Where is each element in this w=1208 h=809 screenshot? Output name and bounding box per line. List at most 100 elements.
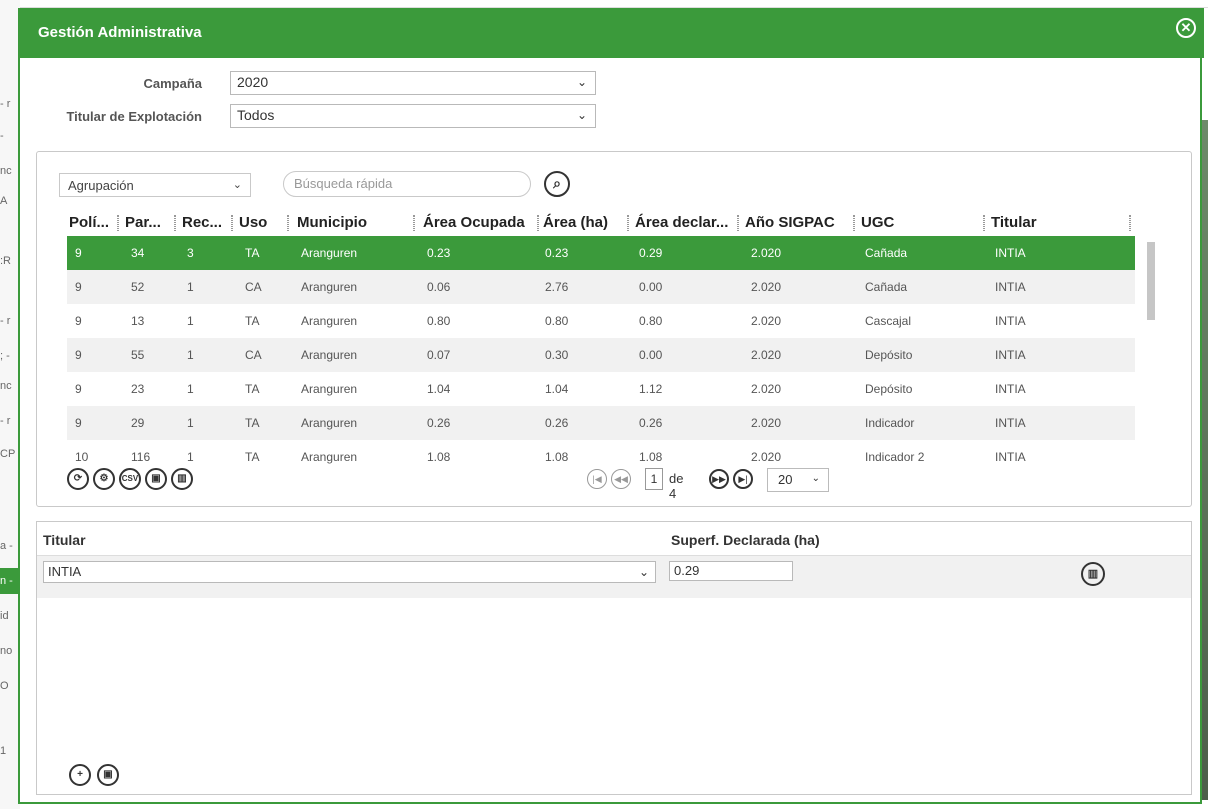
- cell-ugc: Depósito: [865, 382, 913, 396]
- page-number-input[interactable]: 1: [645, 468, 663, 490]
- area-column-header: Superf. Declarada (ha): [671, 532, 820, 548]
- column-header[interactable]: Área declar...: [635, 210, 735, 236]
- chevron-down-icon: ⌄: [638, 565, 649, 579]
- column-header[interactable]: Polí...: [69, 210, 115, 236]
- column-separator[interactable]: [627, 215, 629, 231]
- save-icon[interactable]: ▣: [145, 468, 167, 490]
- background-item: CP: [0, 448, 16, 460]
- column-separator[interactable]: [537, 215, 539, 231]
- column-header[interactable]: Par...: [125, 210, 171, 236]
- background-item: - r: [0, 98, 11, 110]
- cell-area-ocupada: 0.80: [427, 314, 451, 328]
- cell-area-ocupada: 0.26: [427, 416, 451, 430]
- first-page-icon[interactable]: |◀: [587, 469, 607, 489]
- cell-area-ocupada: 0.06: [427, 280, 451, 294]
- column-separator[interactable]: [174, 215, 176, 231]
- cell-area-ha: 0.23: [545, 246, 569, 260]
- table-row[interactable]: 9 55 1 CA Aranguren 0.07 0.30 0.00 2.020…: [67, 338, 1135, 372]
- declared-area-input[interactable]: 0.29: [669, 561, 793, 581]
- table-row[interactable]: 9 52 1 CA Aranguren 0.06 2.76 0.00 2.020…: [67, 270, 1135, 304]
- column-separator[interactable]: [287, 215, 289, 231]
- cell-area-ocupada: 0.23: [427, 246, 451, 260]
- cell-municipio: Aranguren: [301, 314, 358, 328]
- prev-page-icon[interactable]: ◀◀: [611, 469, 631, 489]
- cell-area-ha: 0.80: [545, 314, 569, 328]
- campaign-select[interactable]: 2020 ⌄: [230, 71, 596, 95]
- column-header[interactable]: Área (ha): [543, 210, 623, 236]
- cell-municipio: Aranguren: [301, 246, 358, 260]
- column-header[interactable]: UGC: [861, 210, 971, 236]
- background-item: a -: [0, 540, 13, 552]
- background-item: nc: [0, 165, 12, 177]
- cell-parcela: 55: [131, 348, 145, 362]
- chevron-down-icon: ⌄: [811, 473, 820, 484]
- quick-search-input[interactable]: Búsqueda rápida: [283, 171, 531, 197]
- cell-recinto: 1: [187, 280, 194, 294]
- table-row[interactable]: 9 34 3 TA Aranguren 0.23 0.23 0.29 2.020…: [67, 236, 1135, 270]
- cell-recinto: 1: [187, 314, 194, 328]
- column-header[interactable]: Rec...: [182, 210, 228, 236]
- table-row[interactable]: 9 23 1 TA Aranguren 1.04 1.04 1.12 2.020…: [67, 372, 1135, 406]
- column-header[interactable]: Uso: [239, 210, 279, 236]
- background-sidebar: - r - nc A :R - r ; - nc - r CP a - n - …: [0, 0, 20, 809]
- column-header[interactable]: Área Ocupada: [423, 210, 535, 236]
- cell-uso: CA: [245, 348, 262, 362]
- save-icon[interactable]: ▣: [97, 764, 119, 786]
- refresh-icon[interactable]: ⟳: [67, 468, 89, 490]
- column-separator[interactable]: [231, 215, 233, 231]
- cell-municipio: Aranguren: [301, 382, 358, 396]
- column-header[interactable]: Año SIGPAC: [745, 210, 841, 236]
- cell-poligono: 9: [75, 416, 82, 430]
- column-separator[interactable]: [1129, 215, 1131, 231]
- delete-row-icon[interactable]: ▥: [1081, 562, 1105, 586]
- cell-ugc: Cascajal: [865, 314, 912, 328]
- owner-select-value: Todos: [237, 107, 275, 123]
- background-item: A: [0, 195, 8, 207]
- add-icon[interactable]: +: [69, 764, 91, 786]
- page-size-value: 20: [778, 472, 793, 487]
- owner-select[interactable]: Todos ⌄: [230, 104, 596, 128]
- grid-header: Polí... Par... Rec... Uso Municipio Área…: [67, 210, 1135, 236]
- csv-export-icon[interactable]: CSV: [119, 468, 141, 490]
- close-icon[interactable]: ✕: [1176, 18, 1196, 38]
- column-separator[interactable]: [737, 215, 739, 231]
- column-header[interactable]: Titular: [991, 210, 1111, 236]
- cell-anio-sigpac: 2.020: [751, 280, 782, 294]
- table-row[interactable]: 10 116 1 TA Aranguren 1.08 1.08 1.08 2.0…: [67, 440, 1135, 466]
- last-page-icon[interactable]: ▶|: [733, 469, 753, 489]
- grouping-select[interactable]: Agrupación ⌄: [59, 173, 251, 197]
- cell-parcela: 29: [131, 416, 145, 430]
- background-item: - r: [0, 415, 11, 427]
- column-separator[interactable]: [853, 215, 855, 231]
- cell-poligono: 9: [75, 382, 82, 396]
- cell-ugc: Indicador 2: [865, 450, 925, 464]
- grid-body: 9 34 3 TA Aranguren 0.23 0.23 0.29 2.020…: [67, 236, 1135, 466]
- background-item: no: [0, 645, 13, 657]
- campaign-label: Campaña: [143, 76, 202, 91]
- settings-icon[interactable]: ⚙: [93, 468, 115, 490]
- page-size-select[interactable]: 20 ⌄: [767, 468, 829, 492]
- delete-icon[interactable]: ▥: [171, 468, 193, 490]
- cell-poligono: 9: [75, 280, 82, 294]
- column-separator[interactable]: [983, 215, 985, 231]
- cell-uso: TA: [245, 246, 260, 260]
- campaign-select-value: 2020: [237, 74, 269, 90]
- table-row[interactable]: 9 29 1 TA Aranguren 0.26 0.26 0.26 2.020…: [67, 406, 1135, 440]
- table-row[interactable]: 9 13 1 TA Aranguren 0.80 0.80 0.80 2.020…: [67, 304, 1135, 338]
- cell-titular: INTIA: [995, 450, 1026, 464]
- owner-row-value: INTIA: [48, 564, 82, 579]
- column-separator[interactable]: [413, 215, 415, 231]
- cell-area-ha: 1.08: [545, 450, 569, 464]
- cell-parcela: 34: [131, 246, 145, 260]
- column-header[interactable]: Municipio: [297, 210, 407, 236]
- grid-scrollbar[interactable]: [1147, 242, 1155, 320]
- cell-parcela: 52: [131, 280, 145, 294]
- owner-row-select[interactable]: INTIA ⌄: [43, 561, 656, 583]
- owner-label: Titular de Explotación: [66, 109, 202, 124]
- next-page-icon[interactable]: ▶▶: [709, 469, 729, 489]
- search-icon[interactable]: ⌕: [544, 171, 570, 197]
- cell-titular: INTIA: [995, 382, 1026, 396]
- cell-recinto: 3: [187, 246, 194, 260]
- cell-area-declarada: 1.12: [639, 382, 663, 396]
- column-separator[interactable]: [117, 215, 119, 231]
